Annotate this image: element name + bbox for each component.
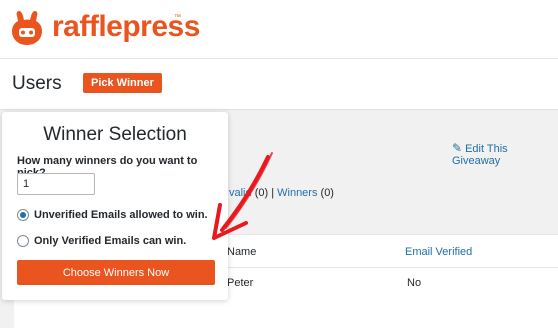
column-header-email-verified[interactable]: Email Verified [405, 246, 472, 258]
filter-separator: | [271, 187, 275, 199]
page-title: Users [12, 73, 62, 94]
winner-selection-modal: Winner Selection How many winners do you… [2, 112, 228, 300]
table-cell-name: Peter [227, 277, 254, 289]
option-verified-label: Only Verified Emails can win. [34, 235, 187, 247]
filter-winners-link[interactable]: Winners [277, 187, 317, 199]
radio-verified-only[interactable] [17, 235, 29, 247]
winners-count-input[interactable] [17, 173, 95, 195]
column-header-name[interactable]: Name [227, 246, 256, 258]
table-cell-email-verified: No [407, 277, 422, 289]
radio-unverified-allowed[interactable] [17, 209, 29, 221]
pencil-icon: ✎ [452, 141, 463, 155]
modal-title: Winner Selection [43, 124, 187, 145]
choose-winners-button[interactable]: Choose Winners Now [17, 260, 215, 285]
users-header: Users Pick Winner [0, 59, 558, 110]
top-bar: rafflepress ™ [0, 0, 558, 59]
filter-invalid-link[interactable]: valid [229, 187, 252, 199]
option-unverified-allowed[interactable]: Unverified Emails allowed to win. [17, 209, 208, 221]
option-verified-only[interactable]: Only Verified Emails can win. [17, 235, 186, 247]
edit-giveaway-link[interactable]: ✎ Edit This Giveaway [452, 141, 558, 167]
rafflepress-logo-icon [12, 11, 42, 45]
option-unverified-label: Unverified Emails allowed to win. [34, 209, 208, 221]
filter-winners-count: (0) [320, 187, 334, 199]
user-filters: valid (0) | Winners (0) [229, 187, 334, 199]
filter-invalid-count: (0) [254, 187, 269, 199]
brand-trademark: ™ [174, 14, 181, 21]
pick-winner-button[interactable]: Pick Winner [83, 73, 162, 93]
